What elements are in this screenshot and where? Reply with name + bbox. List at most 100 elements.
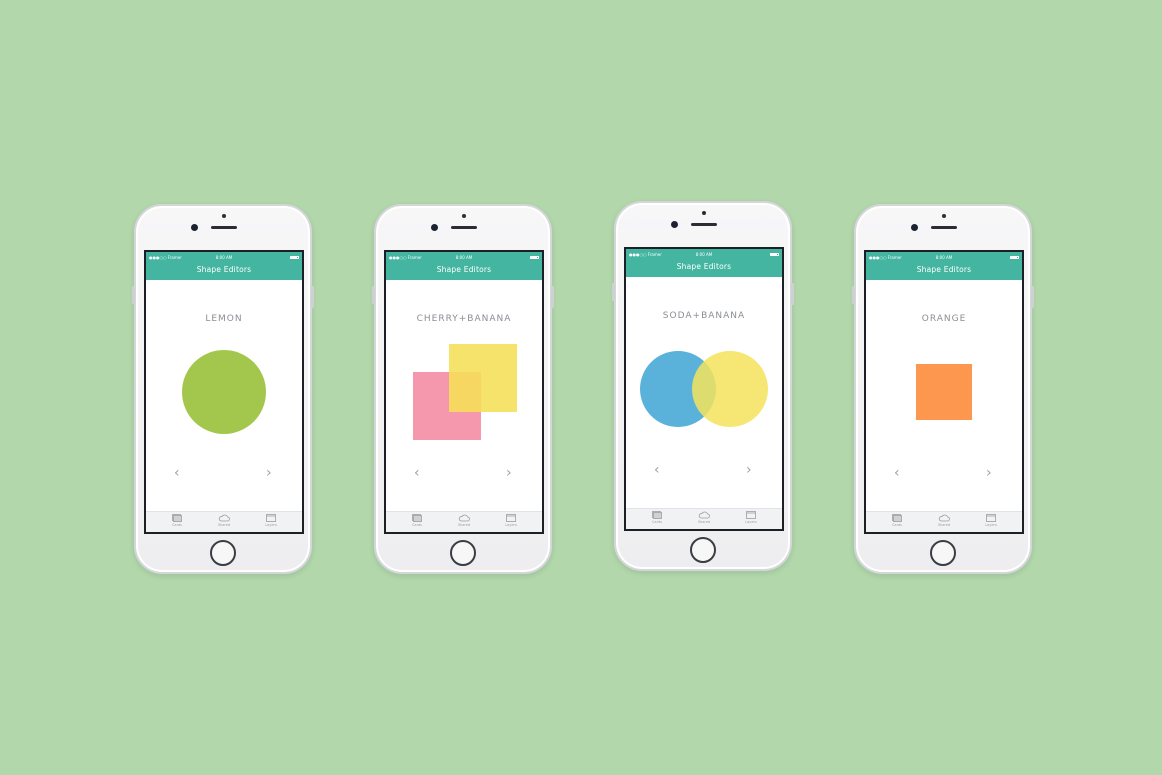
home-button[interactable] <box>690 537 716 563</box>
status-time: 8:00 AM <box>455 255 473 260</box>
phone-soda-banana: ●●●○○ Framer 8:00 AM Shape Editors SODA+… <box>612 201 794 571</box>
tab-shared[interactable]: Shared <box>689 510 719 524</box>
screen: ●●●○○ Framer 8:00 AM Shape Editors CHERR… <box>384 250 544 534</box>
layers-icon <box>746 511 756 519</box>
status-bar: ●●●○○ Framer 8:00 AM <box>386 254 542 261</box>
cards-icon <box>652 511 662 519</box>
screen: ●●●○○ Framer 8:00 AM Shape Editors LEMON… <box>144 250 304 534</box>
orange-square[interactable] <box>916 364 972 420</box>
fruit-label: CHERRY+BANANA <box>416 314 512 324</box>
tab-label: Cards <box>411 523 422 527</box>
power-button <box>791 283 794 305</box>
tab-cards[interactable]: Cards <box>642 510 672 524</box>
app-view: ●●●○○ Framer 8:00 AM Shape Editors CHERR… <box>386 252 542 532</box>
fruit-label: SODA+BANANA <box>662 311 746 321</box>
nav-title: Shape Editors <box>676 262 732 271</box>
home-button[interactable] <box>210 540 236 566</box>
volume-button <box>612 283 615 301</box>
battery-icon <box>290 256 299 259</box>
prev-arrow-icon[interactable]: ‹ <box>174 466 180 480</box>
phone-orange: ●●●○○ Framer 8:00 AM Shape Editors ORANG… <box>852 204 1034 574</box>
cards-icon <box>172 514 182 522</box>
tab-shared[interactable]: Shared <box>929 513 959 527</box>
cloud-icon <box>698 511 710 519</box>
nav-bar: ●●●○○ Framer 8:00 AM Shape Editors <box>626 249 782 277</box>
app-view: ●●●○○ Framer 8:00 AM Shape Editors LEMON… <box>146 252 302 532</box>
tab-label: Layers <box>745 520 757 524</box>
power-button <box>1031 286 1034 308</box>
lemon-circle[interactable] <box>182 350 266 434</box>
cloud-icon <box>458 514 470 522</box>
tab-bar: Cards Shared Layers <box>386 511 542 532</box>
nav-bar: ●●●○○ Framer 8:00 AM Shape Editors <box>146 252 302 280</box>
nav-bar: ●●●○○ Framer 8:00 AM Shape Editors <box>386 252 542 280</box>
home-button[interactable] <box>930 540 956 566</box>
tab-label: Shared <box>697 520 711 524</box>
front-camera <box>911 224 918 231</box>
earpiece-speaker <box>691 223 717 226</box>
home-button[interactable] <box>450 540 476 566</box>
tab-label: Shared <box>217 523 231 527</box>
tab-bar: Cards Shared Layers <box>866 511 1022 532</box>
tab-cards[interactable]: Cards <box>402 513 432 527</box>
tab-bar: Cards Shared Layers <box>626 508 782 529</box>
earpiece-speaker <box>931 226 957 229</box>
nav-title: Shape Editors <box>916 265 972 274</box>
power-button <box>551 286 554 308</box>
status-time: 8:00 AM <box>695 252 713 257</box>
earpiece-speaker <box>211 226 237 229</box>
layers-icon <box>266 514 276 522</box>
tab-layers[interactable]: Layers <box>736 510 766 524</box>
front-camera <box>671 221 678 228</box>
tab-label: Cards <box>171 523 182 527</box>
tab-label: Layers <box>265 523 277 527</box>
battery-icon <box>770 253 779 256</box>
banana-square[interactable] <box>449 344 517 412</box>
prev-arrow-icon[interactable]: ‹ <box>894 466 900 480</box>
fruit-label: ORANGE <box>921 314 967 324</box>
tab-shared[interactable]: Shared <box>209 513 239 527</box>
power-button <box>311 286 314 308</box>
prev-arrow-icon[interactable]: ‹ <box>654 463 660 477</box>
tab-cards[interactable]: Cards <box>162 513 192 527</box>
proximity-sensor <box>942 214 946 218</box>
battery-icon <box>530 256 539 259</box>
tab-label: Cards <box>651 520 662 524</box>
proximity-sensor <box>462 214 466 218</box>
phone-lemon: ●●●○○ Framer 8:00 AM Shape Editors LEMON… <box>132 204 314 574</box>
phone-cherry-banana: ●●●○○ Framer 8:00 AM Shape Editors CHERR… <box>372 204 554 574</box>
front-camera <box>431 224 438 231</box>
tab-layers[interactable]: Layers <box>976 513 1006 527</box>
status-bar: ●●●○○ Framer 8:00 AM <box>866 254 1022 261</box>
banana-circle[interactable] <box>692 351 768 427</box>
screen: ●●●○○ Framer 8:00 AM Shape Editors SODA+… <box>624 247 784 531</box>
tab-layers[interactable]: Layers <box>496 513 526 527</box>
proximity-sensor <box>222 214 226 218</box>
nav-title: Shape Editors <box>196 265 252 274</box>
app-view: ●●●○○ Framer 8:00 AM Shape Editors ORANG… <box>866 252 1022 532</box>
tab-cards[interactable]: Cards <box>882 513 912 527</box>
layers-icon <box>506 514 516 522</box>
tab-layers[interactable]: Layers <box>256 513 286 527</box>
app-view: ●●●○○ Framer 8:00 AM Shape Editors SODA+… <box>626 249 782 529</box>
next-arrow-icon[interactable]: › <box>506 466 512 480</box>
earpiece-speaker <box>451 226 477 229</box>
cloud-icon <box>218 514 230 522</box>
cloud-icon <box>938 514 950 522</box>
status-bar: ●●●○○ Framer 8:00 AM <box>146 254 302 261</box>
tab-label: Layers <box>505 523 517 527</box>
tab-label: Shared <box>937 523 951 527</box>
proximity-sensor <box>702 211 706 215</box>
volume-button <box>852 286 855 304</box>
next-arrow-icon[interactable]: › <box>266 466 272 480</box>
cards-icon <box>412 514 422 522</box>
next-arrow-icon[interactable]: › <box>746 463 752 477</box>
status-bar: ●●●○○ Framer 8:00 AM <box>626 251 782 258</box>
nav-title: Shape Editors <box>436 265 492 274</box>
prev-arrow-icon[interactable]: ‹ <box>414 466 420 480</box>
fruit-label: LEMON <box>205 314 243 324</box>
tab-shared[interactable]: Shared <box>449 513 479 527</box>
next-arrow-icon[interactable]: › <box>986 466 992 480</box>
tab-label: Layers <box>985 523 997 527</box>
volume-button <box>372 286 375 304</box>
